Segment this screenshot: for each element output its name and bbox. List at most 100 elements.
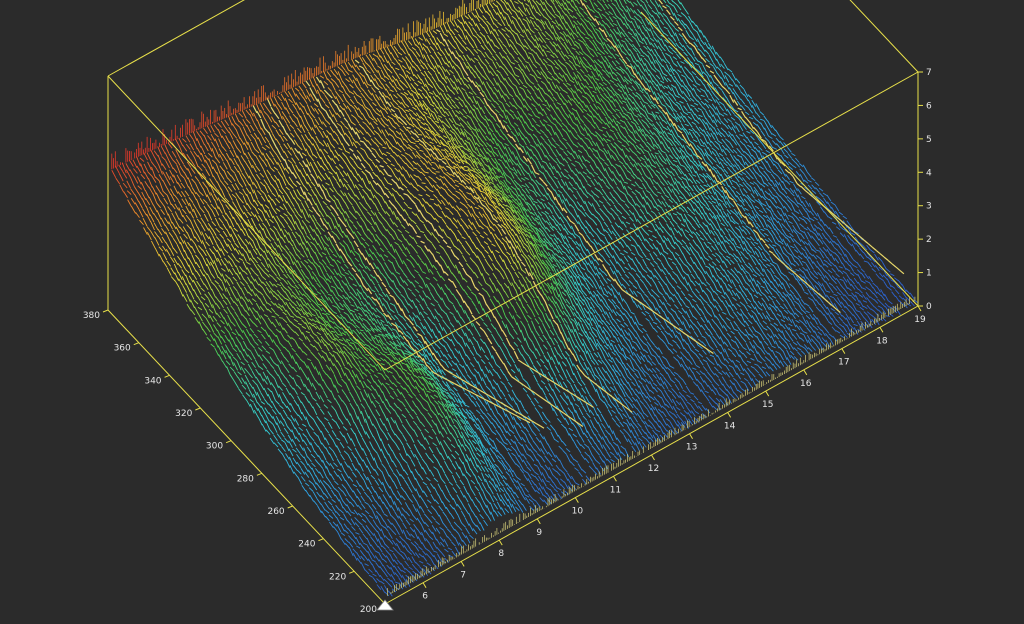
surface-segment — [670, 55, 674, 62]
surface-segment — [616, 67, 620, 70]
surface-segment — [591, 124, 595, 129]
surface-segment — [648, 355, 652, 360]
surface-segment — [530, 20, 534, 27]
surface-segment — [650, 38, 654, 41]
surface-segment — [745, 264, 749, 268]
surface-segment — [606, 185, 610, 189]
surface-segment — [691, 265, 695, 271]
surface-segment — [589, 147, 593, 152]
surface-segment — [607, 331, 611, 337]
surface-segment — [753, 340, 757, 345]
surface-segment — [618, 337, 622, 344]
surface-segment — [640, 101, 644, 107]
surface-segment — [588, 193, 592, 197]
surface-segment — [659, 110, 663, 114]
surface-segment — [695, 349, 699, 352]
surface-segment — [691, 204, 695, 211]
surface-segment — [661, 90, 665, 96]
surface-segment — [839, 212, 843, 215]
surface-segment — [642, 177, 646, 183]
surface-segment — [822, 338, 826, 343]
surface-segment — [816, 255, 820, 258]
surface-segment — [532, 111, 536, 117]
surface-segment — [607, 286, 611, 291]
surface-segment — [869, 276, 873, 282]
surface-segment — [583, 236, 587, 243]
surface-segment — [807, 172, 811, 177]
surface-segment — [543, 46, 547, 49]
surface-segment — [511, 131, 515, 136]
surface-segment — [608, 234, 612, 240]
surface-segment — [731, 274, 735, 279]
surface-segment — [653, 180, 657, 184]
surface-segment — [754, 242, 758, 244]
surface-segment — [735, 273, 739, 278]
surface-segment — [524, 105, 528, 110]
surface-segment — [542, 149, 546, 157]
surface-segment — [549, 35, 553, 40]
surface-segment — [723, 325, 727, 331]
surface-segment — [604, 213, 608, 218]
surface-segment — [618, 210, 622, 214]
surface-segment — [669, 51, 673, 54]
surface-segment — [525, 114, 529, 120]
surface-segment — [854, 272, 858, 275]
surface-segment — [658, 401, 662, 408]
surface-segment — [659, 0, 663, 4]
surface-segment — [611, 143, 615, 148]
surface-segment — [548, 21, 552, 29]
surface-segment — [570, 139, 574, 145]
surface-segment — [443, 23, 447, 32]
surface-segment — [525, 51, 529, 60]
surface-segment — [619, 161, 623, 164]
surface-segment — [798, 352, 802, 356]
surface-segment — [653, 374, 657, 378]
surface-segment — [524, 89, 528, 97]
surface-segment — [512, 20, 516, 28]
surface-segment — [681, 75, 685, 78]
surface-segment — [450, 70, 454, 74]
surface-segment — [512, 16, 516, 19]
surface-segment — [714, 291, 718, 295]
surface-segment — [729, 88, 733, 95]
surface-segment — [641, 0, 645, 3]
surface-segment — [557, 44, 561, 50]
surface-segment — [536, 5, 540, 13]
surface-segment — [722, 377, 726, 384]
surface-segment — [583, 176, 587, 182]
surface-segment — [784, 304, 788, 310]
surface-segment — [611, 90, 615, 96]
surface-segment — [420, 60, 424, 65]
surface-segment — [780, 141, 784, 146]
surface-segment — [878, 299, 882, 303]
surface-segment — [693, 240, 697, 246]
surface-segment — [644, 405, 648, 410]
surface-segment — [663, 287, 667, 294]
surface-segment — [660, 426, 664, 434]
surface-segment — [800, 224, 804, 227]
surface-segment — [597, 228, 601, 234]
surface-segment — [616, 305, 620, 309]
surface-segment — [601, 158, 605, 161]
surface-segment — [645, 300, 649, 305]
surface-segment — [622, 149, 626, 158]
surface-segment — [545, 21, 549, 28]
surface-segment — [452, 105, 456, 109]
surface-segment — [804, 228, 808, 230]
surface-segment — [895, 290, 899, 294]
surface-segment — [570, 15, 574, 19]
surface-segment — [596, 211, 600, 215]
surface-segment — [707, 233, 711, 240]
surface-segment — [564, 151, 568, 155]
surface-segment — [600, 94, 604, 99]
surface-segment — [573, 187, 577, 190]
surface-segment — [597, 167, 601, 173]
surface-segment — [779, 191, 783, 195]
surface-segment — [698, 52, 702, 58]
surface-segment — [421, 65, 425, 69]
surface-segment — [795, 256, 799, 259]
surface-segment — [832, 276, 836, 280]
surface-segment — [589, 40, 593, 45]
surface-segment — [675, 87, 679, 95]
surface-segment — [643, 95, 647, 99]
